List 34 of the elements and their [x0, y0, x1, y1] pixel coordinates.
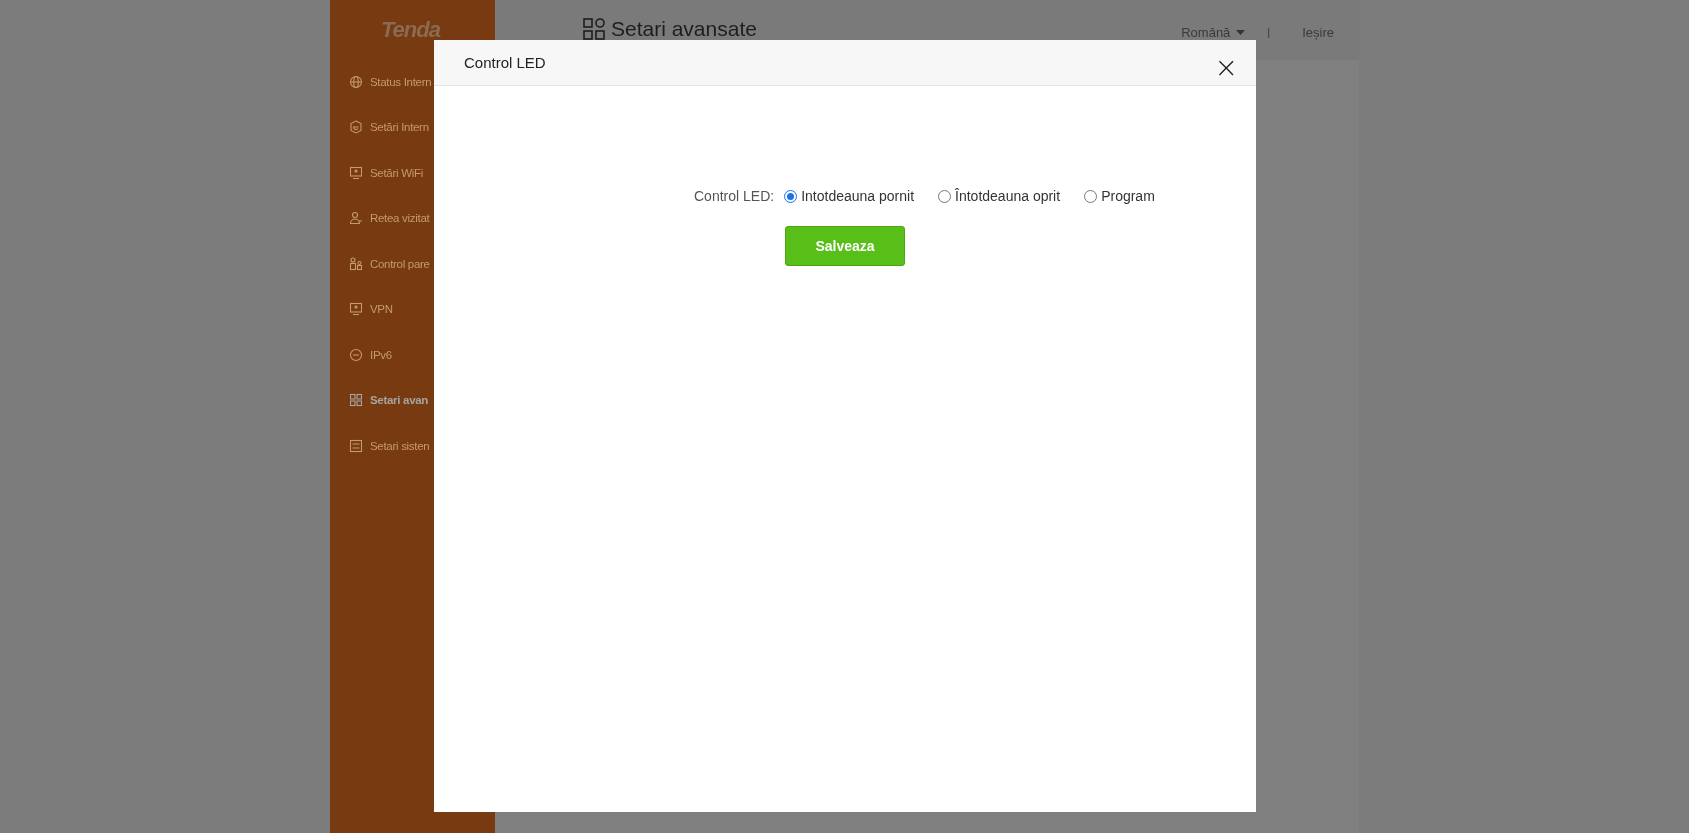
save-button[interactable]: Salveaza — [785, 226, 905, 266]
radio-button[interactable] — [784, 189, 798, 203]
sliders-icon — [349, 438, 363, 453]
modal-title: Control LED — [464, 54, 546, 71]
caret-icon — [1236, 29, 1246, 35]
logout-link[interactable]: Ieșire — [1302, 24, 1334, 40]
field-label: Control LED: — [694, 188, 775, 204]
globe-icon — [349, 74, 363, 89]
separator: | — [1267, 26, 1271, 38]
monitor-icon — [349, 165, 363, 180]
language-dropdown[interactable]: Română — [1181, 24, 1246, 40]
page-title: Setari avansate — [611, 17, 757, 41]
close-button[interactable]: × — [1210, 53, 1242, 82]
monitor-icon — [349, 302, 363, 317]
sidebar-item[interactable]: Retea vizitat — [330, 195, 495, 241]
radio-button[interactable] — [938, 189, 952, 203]
sidebar-item[interactable]: Setari avan — [330, 377, 495, 423]
sidebar-item[interactable]: Setări Intern — [330, 104, 495, 150]
sidebar-item[interactable]: Setari sisten — [330, 423, 495, 469]
sidebar-item[interactable]: VPN — [330, 286, 495, 332]
sidebar-item[interactable]: IPv6 — [330, 332, 495, 378]
sidebar-item[interactable]: Setări WiFi — [330, 150, 495, 196]
circle-icon — [349, 347, 363, 362]
sidebar-item[interactable]: Control pare — [330, 241, 495, 287]
grid-icon — [583, 18, 605, 40]
radio-option[interactable]: Program — [1084, 188, 1155, 204]
logo: Tenda — [381, 17, 442, 43]
gear-icon — [349, 120, 363, 135]
people-icon — [349, 256, 363, 271]
person-icon — [349, 211, 363, 226]
radio-option[interactable]: Întotdeauna oprit — [938, 188, 1061, 204]
grid-icon — [349, 393, 363, 408]
radio-button[interactable] — [1084, 189, 1098, 203]
radio-option[interactable]: Intotdeauna pornit — [784, 188, 915, 204]
